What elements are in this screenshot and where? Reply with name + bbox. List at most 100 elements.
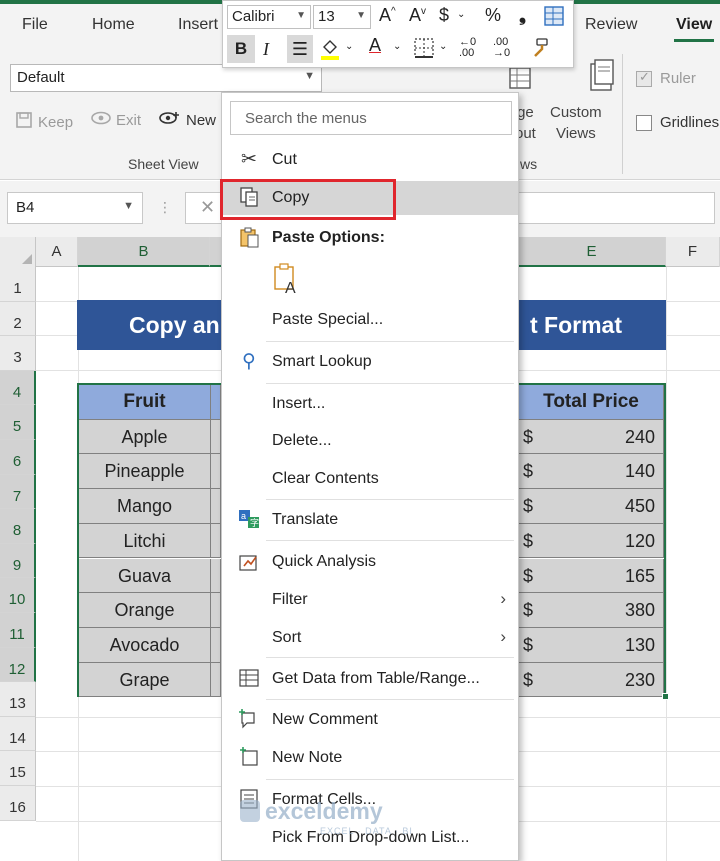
menu-item-insert[interactable]: Insert... — [222, 387, 518, 421]
cell-fruit[interactable]: Litchi — [79, 523, 211, 559]
row-header-3[interactable]: 3 — [0, 336, 36, 371]
cell-fruit[interactable]: Pineapple — [79, 454, 211, 490]
select-all-corner[interactable] — [0, 237, 36, 267]
cell-total[interactable]: $240 — [519, 419, 664, 455]
column-header-f[interactable]: F — [666, 237, 720, 267]
italic-button[interactable]: I — [263, 39, 269, 60]
header-fruit[interactable]: Fruit — [79, 385, 211, 420]
decrease-decimal-icon[interactable]: .00 →0 — [493, 37, 510, 59]
percent-style-icon[interactable]: % — [485, 5, 501, 26]
cell-total[interactable]: $380 — [519, 593, 664, 628]
exit-button[interactable]: Exit — [90, 110, 141, 130]
format-painter-icon[interactable] — [527, 37, 549, 64]
row-header-2[interactable]: 2 — [0, 301, 36, 337]
menu-item-cut[interactable]: ✂ Cut — [222, 143, 518, 177]
column-header-e[interactable]: E — [518, 237, 666, 267]
keep-button[interactable]: Keep — [14, 110, 73, 134]
menu-item-new-comment[interactable]: New Comment — [222, 703, 518, 737]
menu-item-sort[interactable]: Sort › — [222, 621, 518, 655]
menu-item-quick-analysis[interactable]: Quick Analysis — [222, 545, 518, 579]
tab-insert[interactable]: Insert — [178, 16, 218, 34]
font-color-icon[interactable]: A — [369, 35, 381, 56]
cell-fruit[interactable]: Grape — [79, 662, 211, 698]
cell-fruit[interactable]: Avocado — [79, 627, 211, 663]
currency-format-icon[interactable]: $ — [439, 5, 449, 26]
row-header-5[interactable]: 5 — [0, 405, 36, 440]
drag-handle-icon[interactable]: ⋮ — [158, 199, 172, 216]
center-align-icon[interactable]: ☰ — [287, 35, 313, 63]
row-header-15[interactable]: 15 — [0, 751, 36, 786]
total-value: 130 — [624, 634, 655, 655]
paste-values-icon[interactable]: A — [273, 263, 301, 297]
cell-total[interactable]: $230 — [519, 662, 664, 698]
increase-decimal-icon[interactable]: ←0.00 — [459, 37, 476, 59]
ruler-checkbox[interactable]: Ruler — [636, 69, 696, 87]
row-header-6[interactable]: 6 — [0, 440, 36, 475]
menu-item-paste-special[interactable]: Paste Special... — [222, 303, 518, 337]
menu-search-input[interactable]: Search the menus — [230, 101, 512, 135]
fill-handle[interactable] — [662, 693, 669, 700]
increase-font-size-icon[interactable]: A^ — [379, 5, 396, 26]
cell-total[interactable]: $130 — [519, 627, 664, 663]
sheet-view-dropdown[interactable]: Default ▼ — [10, 64, 322, 92]
decrease-font-size-icon[interactable]: Av — [409, 5, 426, 26]
row-header-10[interactable]: 10 — [0, 578, 36, 613]
row-header-9[interactable]: 9 — [0, 543, 36, 579]
format-as-table-icon[interactable] — [543, 5, 565, 32]
cell-fruit[interactable]: Orange — [79, 593, 211, 628]
chevron-down-icon[interactable]: ⌄ — [345, 41, 353, 52]
chevron-down-icon[interactable]: ⌄ — [393, 41, 401, 52]
chevron-down-icon[interactable]: ⌄ — [439, 41, 447, 52]
new-label: New — [186, 111, 217, 129]
font-name-dropdown[interactable]: Calibri ▼ — [227, 5, 311, 29]
row-header-13[interactable]: 13 — [0, 682, 36, 717]
menu-item-translate[interactable]: a字 Translate — [222, 503, 518, 537]
borders-icon[interactable] — [413, 37, 435, 64]
row-header-12[interactable]: 12 — [0, 647, 36, 683]
cell-total[interactable]: $165 — [519, 558, 664, 594]
menu-item-filter[interactable]: Filter › — [222, 583, 518, 617]
new-sheet-view-button[interactable]: New — [158, 110, 216, 130]
row-header-16[interactable]: 16 — [0, 786, 36, 821]
cell-total[interactable]: $120 — [519, 523, 664, 559]
currency-symbol: $ — [523, 461, 534, 482]
cancel-icon[interactable]: ✕ — [200, 197, 215, 218]
tab-view[interactable]: View — [673, 16, 715, 42]
cell-hidden — [211, 419, 221, 455]
menu-item-new-note[interactable]: New Note — [222, 741, 518, 775]
menu-item-smart-lookup[interactable]: ⚲ Smart Lookup — [222, 345, 518, 379]
row-header-14[interactable]: 14 — [0, 716, 36, 752]
cell-fruit[interactable]: Apple — [79, 419, 211, 455]
menu-item-delete[interactable]: Delete... — [222, 424, 518, 458]
row-header-8[interactable]: 8 — [0, 509, 36, 544]
row-header-1[interactable]: 1 — [0, 267, 36, 302]
column-header-b[interactable]: B — [78, 237, 210, 267]
custom-views-button[interactable]: Custom Views — [550, 102, 602, 144]
row-header-11[interactable]: 11 — [0, 613, 36, 648]
menu-separator — [266, 779, 514, 780]
row-header-4[interactable]: 4 — [0, 370, 36, 406]
gridlines-check-box[interactable] — [636, 114, 652, 131]
tab-review[interactable]: Review — [585, 16, 637, 34]
column-header-a[interactable]: A — [36, 237, 78, 267]
name-box[interactable]: B4 ▼ — [7, 192, 143, 224]
row-header-7[interactable]: 7 — [0, 474, 36, 510]
gridlines-checkbox[interactable]: Gridlines — [636, 114, 719, 131]
menu-item-get-data[interactable]: Get Data from Table/Range... — [222, 662, 518, 696]
ruler-check-box[interactable] — [636, 69, 652, 87]
header-total-price[interactable]: Total Price — [519, 385, 664, 420]
menu-item-clear-contents[interactable]: Clear Contents — [222, 462, 518, 496]
tab-home[interactable]: Home — [92, 16, 135, 34]
cell-fruit[interactable]: Mango — [79, 489, 211, 524]
cell-fruit[interactable]: Guava — [79, 558, 211, 594]
bold-button[interactable]: B — [227, 35, 255, 63]
cell-total[interactable]: $140 — [519, 454, 664, 490]
font-size-dropdown[interactable]: 13 ▼ — [313, 5, 371, 29]
comma-style-icon[interactable]: ❟ — [519, 5, 526, 26]
fill-color-icon[interactable] — [319, 37, 341, 66]
tab-file[interactable]: File — [22, 16, 48, 34]
chevron-down-icon[interactable]: ▼ — [123, 200, 134, 212]
chevron-down-icon[interactable]: ⌄ — [457, 9, 465, 20]
total-value: 380 — [624, 600, 655, 621]
cell-total[interactable]: $450 — [519, 489, 664, 524]
